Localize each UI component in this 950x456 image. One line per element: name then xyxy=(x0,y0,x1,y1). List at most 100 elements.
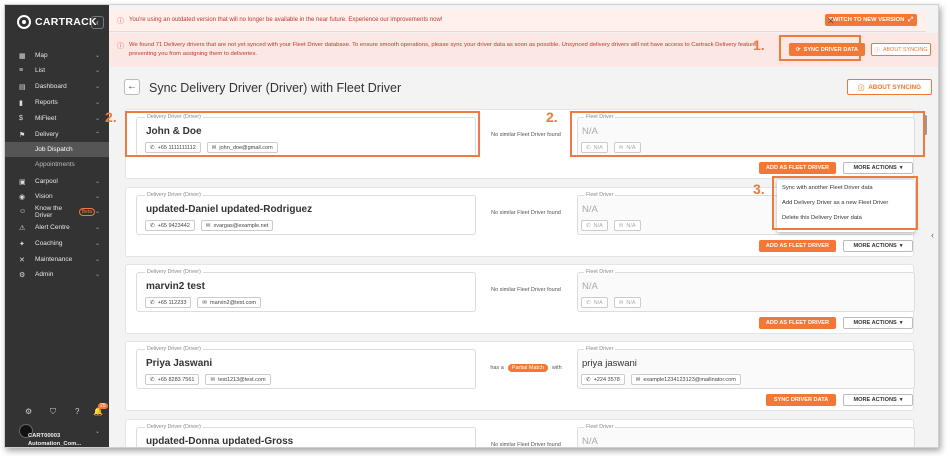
sidebar-item[interactable]: Appointments xyxy=(5,157,109,172)
sync-driver-data-button[interactable]: ⟳ SYNC DRIVER DATA xyxy=(789,43,865,56)
mail-icon: ✉ xyxy=(618,299,624,306)
admin-icon: ⚙ xyxy=(19,271,26,279)
has-a-text: has a xyxy=(490,365,504,371)
delivery-driver-box: Delivery Driver (Driver) updated-Daniel u… xyxy=(136,192,476,235)
email-chip: ✉ example1234123123@mailinator.com xyxy=(630,374,741,385)
email-text: marvin2@test.com xyxy=(210,299,256,306)
annotation-number: 2. xyxy=(546,109,558,125)
help-icon[interactable]: ? xyxy=(75,407,79,416)
driver-card: Delivery Driver (Driver) marvin2 test ✆ +65… xyxy=(125,264,915,334)
contact-chips: ✆ +224 3578 ✉ example1234123123@mailinator.… xyxy=(581,374,741,385)
caret-down-icon: ▾ xyxy=(899,165,903,171)
phone-text: +224 3578 xyxy=(593,376,620,383)
phone-icon: ✆ xyxy=(150,299,155,306)
close-icon[interactable]: ✕ xyxy=(827,16,835,27)
email-text: xvargas@example.net xyxy=(213,222,269,229)
menu-item[interactable]: Delete this Delivery Driver data xyxy=(777,210,915,225)
more-actions-button[interactable]: MORE ACTIONS ▾ xyxy=(843,162,913,174)
mifleet-icon: $ xyxy=(19,115,23,122)
phone-chip: ✆ N/A xyxy=(581,297,608,308)
scrollbar[interactable] xyxy=(924,115,927,135)
more-actions-button[interactable]: MORE ACTIONS ▾ xyxy=(843,317,913,329)
sidebar-item-label: Carpool xyxy=(35,178,58,185)
match-status: has a Partial Match with xyxy=(482,364,570,372)
about-syncing-button[interactable]: ⓘ ABOUT SYNCING xyxy=(871,43,931,56)
chevron-left-icon[interactable]: ‹ xyxy=(931,230,934,240)
field-label: Delivery Driver (Driver) xyxy=(145,114,203,120)
fleet-driver-box: Fleet Driver N/A xyxy=(577,424,915,447)
sidebar-item-label: Coaching xyxy=(35,240,63,247)
caret-down-icon: ▾ xyxy=(899,397,903,403)
chevron-down-icon: ⌄ xyxy=(95,429,101,435)
settings-icon[interactable]: ⚙ xyxy=(25,407,32,416)
caret-down-icon: ▾ xyxy=(899,243,903,249)
chevron-down-icon: ⌄ xyxy=(95,225,101,231)
add-as-fleet-driver-button[interactable]: ADD AS FLEET DRIVER xyxy=(759,240,836,252)
mail-icon: ✉ xyxy=(618,222,624,229)
phone-text: +65 8283 7561 xyxy=(157,376,195,383)
phone-chip: ✆ +65 112233 xyxy=(145,297,192,308)
sidebar-item[interactable]: ◉ Vision ⌄ xyxy=(5,189,109,204)
add-as-fleet-driver-button[interactable]: ADD AS FLEET DRIVER xyxy=(759,317,836,329)
chevron-down-icon: ⌄ xyxy=(95,68,101,74)
sidebar-item[interactable]: Job Dispatch xyxy=(5,142,109,157)
add-as-fleet-driver-button[interactable]: ADD AS FLEET DRIVER xyxy=(759,162,836,174)
chevron-up-icon: ⌃ xyxy=(95,132,101,138)
phone-text: N/A xyxy=(593,222,603,229)
phone-icon: ✆ xyxy=(586,222,591,229)
delivery-driver-name: updated-Donna updated-Gross xyxy=(146,436,294,447)
shield-icon[interactable]: ⛉ xyxy=(50,407,56,417)
switch-version-button[interactable]: SWITCH TO NEW VERSION ⤢ xyxy=(825,14,917,26)
sidebar-item[interactable]: ▣ Carpool ⌄ xyxy=(5,174,109,189)
sidebar-item[interactable]: ☺ Know the Driver Beta ⌄ xyxy=(5,204,109,219)
phone-chip: ✆ N/A xyxy=(581,220,608,231)
email-chip: ✉ test1213@test.com xyxy=(205,374,271,385)
sidebar-item-label: Delivery xyxy=(35,131,59,138)
field-label: Fleet Driver xyxy=(584,192,616,198)
contact-chips: ✆ +65 1111111112 ✉ john_doe@gmail.com xyxy=(145,142,278,153)
delivery-driver-name: marvin2 test xyxy=(146,281,205,292)
chevron-down-icon: ⌄ xyxy=(95,53,101,59)
back-button[interactable]: ← xyxy=(124,79,140,95)
page-title: Sync Delivery Driver (Driver) with Fleet… xyxy=(149,81,402,95)
sync-driver-data-button[interactable]: SYNC DRIVER DATA xyxy=(766,394,836,406)
user-menu[interactable]: CART00003 Automation_Com... ⌄ xyxy=(19,424,100,447)
menu-item[interactable]: Add Delivery Driver as a new Fleet Drive… xyxy=(777,195,915,210)
sidebar-item[interactable]: ⚑ Delivery ⌃ xyxy=(5,127,109,142)
chevron-down-icon: ⌄ xyxy=(95,257,101,263)
know-driver-icon: ☺ xyxy=(19,208,27,215)
match-status: No similar Fleet Driver found xyxy=(491,210,561,216)
sidebar-item[interactable]: ⚠ Alert Centre ⌄ xyxy=(5,220,109,235)
annotation-number: 1. xyxy=(753,37,765,53)
fleet-driver-name: N/A xyxy=(582,126,598,137)
more-actions-label: MORE ACTIONS xyxy=(853,397,897,403)
sidebar-item[interactable]: ⚙ Admin ⌄ xyxy=(5,267,109,282)
sidebar-item[interactable]: ✕ Maintenance ⌄ xyxy=(5,252,109,267)
match-status: No similar Fleet Driver found xyxy=(491,442,561,448)
about-syncing-button[interactable]: ⓘ ABOUT SYNCING xyxy=(847,79,932,95)
sidebar: CARTRACK ‹ ▦ Map ⌄ ≡ List ⌄ ▤ Dashboard ⌄ ▮ Report… xyxy=(5,5,109,447)
more-actions-button[interactable]: MORE ACTIONS ▾ xyxy=(843,240,913,252)
sidebar-item[interactable]: ▮ Reports ⌄ xyxy=(5,95,109,110)
sidebar-item[interactable]: $ MiFleet ⌄ xyxy=(5,111,109,126)
sync-warning-banner: ⓘ We found 71 Delivery drivers that are … xyxy=(109,33,938,67)
email-text: john_doe@gmail.com xyxy=(219,144,273,151)
driver-card: Delivery Driver (Driver) updated-Donna up… xyxy=(125,419,915,448)
match-status: No similar Fleet Driver found xyxy=(491,287,561,293)
field-label: Fleet Driver xyxy=(584,269,616,275)
maintenance-icon: ✕ xyxy=(19,256,25,264)
email-chip: ✉ xvargas@example.net xyxy=(200,220,274,231)
collapse-sidebar-button[interactable]: ‹ xyxy=(91,16,104,29)
sidebar-item[interactable]: ▦ Map ⌄ xyxy=(5,48,109,63)
annotation-number: 3. xyxy=(753,181,765,197)
phone-icon: ✆ xyxy=(150,222,155,229)
sidebar-item[interactable]: ≡ List ⌄ xyxy=(5,63,109,78)
more-actions-button[interactable]: MORE ACTIONS ▾ xyxy=(843,394,913,406)
sidebar-item[interactable]: ✦ Coaching ⌄ xyxy=(5,236,109,251)
sync-banner-text: We found 71 Delivery drivers that are no… xyxy=(129,42,759,57)
menu-item[interactable]: Sync with another Fleet Driver data xyxy=(777,180,915,195)
phone-icon: ✆ xyxy=(586,144,591,151)
sidebar-item[interactable]: ▤ Dashboard ⌄ xyxy=(5,79,109,94)
carpool-icon: ▣ xyxy=(19,178,26,186)
user-name: CART00003 xyxy=(28,433,61,439)
